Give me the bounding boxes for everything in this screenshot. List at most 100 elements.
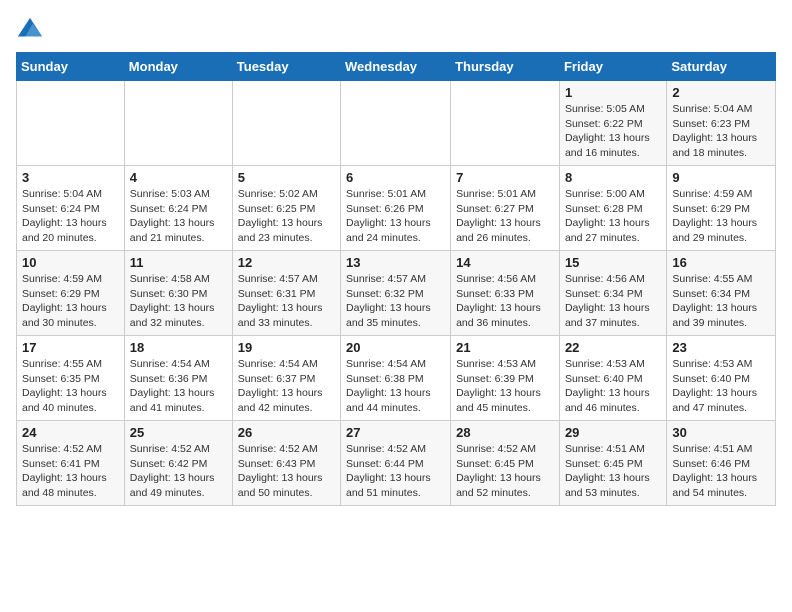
day-info: Sunrise: 4:54 AM Sunset: 6:38 PM Dayligh… [346, 357, 445, 416]
day-cell: 22 Sunrise: 4:53 AM Sunset: 6:40 PM Dayli… [559, 336, 666, 421]
day-number: 23 [672, 340, 770, 355]
day-number: 7 [456, 170, 554, 185]
day-cell: 13 Sunrise: 4:57 AM Sunset: 6:32 PM Dayli… [341, 251, 451, 336]
day-info: Sunrise: 4:55 AM Sunset: 6:34 PM Dayligh… [672, 272, 770, 331]
day-cell: 5Sunrise: 5:02 AM Sunset: 6:25 PM Daylig… [232, 166, 340, 251]
header-cell-wednesday: Wednesday [341, 53, 451, 81]
day-number: 25 [130, 425, 227, 440]
week-row-2: 3Sunrise: 5:04 AM Sunset: 6:24 PM Daylig… [17, 166, 776, 251]
header-cell-saturday: Saturday [667, 53, 776, 81]
day-cell: 16 Sunrise: 4:55 AM Sunset: 6:34 PM Dayli… [667, 251, 776, 336]
day-number: 1 [565, 85, 661, 100]
day-info: Sunrise: 4:58 AM Sunset: 6:30 PM Dayligh… [130, 272, 227, 331]
logo-icon [16, 16, 44, 44]
day-cell: 18Sunrise: 4:54 AM Sunset: 6:36 PM Dayli… [124, 336, 232, 421]
day-info: Sunrise: 5:02 AM Sunset: 6:25 PM Dayligh… [238, 187, 335, 246]
day-cell: 25 Sunrise: 4:52 AM Sunset: 6:42 PM Dayli… [124, 421, 232, 506]
day-cell [124, 81, 232, 166]
day-info: Sunrise: 5:04 AM Sunset: 6:24 PM Dayligh… [22, 187, 119, 246]
header-cell-tuesday: Tuesday [232, 53, 340, 81]
day-cell: 24 Sunrise: 4:52 AM Sunset: 6:41 PM Dayli… [17, 421, 125, 506]
day-number: 13 [346, 255, 445, 270]
day-cell: 7 Sunrise: 5:01 AM Sunset: 6:27 PM Daylig… [451, 166, 560, 251]
header-cell-sunday: Sunday [17, 53, 125, 81]
day-info: Sunrise: 4:52 AM Sunset: 6:41 PM Dayligh… [22, 442, 119, 501]
week-row-5: 24 Sunrise: 4:52 AM Sunset: 6:41 PM Dayli… [17, 421, 776, 506]
day-cell: 23 Sunrise: 4:53 AM Sunset: 6:40 PM Dayli… [667, 336, 776, 421]
header-row: SundayMondayTuesdayWednesdayThursdayFrid… [17, 53, 776, 81]
header-cell-friday: Friday [559, 53, 666, 81]
calendar-body: 1 Sunrise: 5:05 AM Sunset: 6:22 PM Daylig… [17, 81, 776, 506]
day-number: 9 [672, 170, 770, 185]
day-cell: 10Sunrise: 4:59 AM Sunset: 6:29 PM Dayli… [17, 251, 125, 336]
day-cell: 9 Sunrise: 4:59 AM Sunset: 6:29 PM Daylig… [667, 166, 776, 251]
day-info: Sunrise: 5:04 AM Sunset: 6:23 PM Dayligh… [672, 102, 770, 161]
day-info: Sunrise: 4:52 AM Sunset: 6:44 PM Dayligh… [346, 442, 445, 501]
day-number: 26 [238, 425, 335, 440]
week-row-1: 1 Sunrise: 5:05 AM Sunset: 6:22 PM Daylig… [17, 81, 776, 166]
day-info: Sunrise: 4:52 AM Sunset: 6:45 PM Dayligh… [456, 442, 554, 501]
day-number: 21 [456, 340, 554, 355]
day-cell: 8Sunrise: 5:00 AM Sunset: 6:28 PM Daylig… [559, 166, 666, 251]
day-info: Sunrise: 5:03 AM Sunset: 6:24 PM Dayligh… [130, 187, 227, 246]
day-info: Sunrise: 4:59 AM Sunset: 6:29 PM Dayligh… [672, 187, 770, 246]
day-cell: 6Sunrise: 5:01 AM Sunset: 6:26 PM Daylig… [341, 166, 451, 251]
day-info: Sunrise: 4:57 AM Sunset: 6:31 PM Dayligh… [238, 272, 335, 331]
day-info: Sunrise: 5:05 AM Sunset: 6:22 PM Dayligh… [565, 102, 661, 161]
day-info: Sunrise: 4:51 AM Sunset: 6:46 PM Dayligh… [672, 442, 770, 501]
day-cell [17, 81, 125, 166]
day-info: Sunrise: 4:52 AM Sunset: 6:42 PM Dayligh… [130, 442, 227, 501]
day-number: 12 [238, 255, 335, 270]
day-info: Sunrise: 4:54 AM Sunset: 6:37 PM Dayligh… [238, 357, 335, 416]
day-number: 16 [672, 255, 770, 270]
day-cell: 12 Sunrise: 4:57 AM Sunset: 6:31 PM Dayli… [232, 251, 340, 336]
day-number: 24 [22, 425, 119, 440]
day-cell [451, 81, 560, 166]
day-cell [341, 81, 451, 166]
day-cell [232, 81, 340, 166]
day-cell: 15 Sunrise: 4:56 AM Sunset: 6:34 PM Dayli… [559, 251, 666, 336]
day-number: 4 [130, 170, 227, 185]
day-info: Sunrise: 4:56 AM Sunset: 6:33 PM Dayligh… [456, 272, 554, 331]
day-info: Sunrise: 5:01 AM Sunset: 6:26 PM Dayligh… [346, 187, 445, 246]
day-info: Sunrise: 4:53 AM Sunset: 6:40 PM Dayligh… [565, 357, 661, 416]
day-number: 8 [565, 170, 661, 185]
calendar-table: SundayMondayTuesdayWednesdayThursdayFrid… [16, 52, 776, 506]
header-cell-thursday: Thursday [451, 53, 560, 81]
day-cell: 2 Sunrise: 5:04 AM Sunset: 6:23 PM Daylig… [667, 81, 776, 166]
day-cell: 4 Sunrise: 5:03 AM Sunset: 6:24 PM Daylig… [124, 166, 232, 251]
day-number: 22 [565, 340, 661, 355]
day-cell: 3Sunrise: 5:04 AM Sunset: 6:24 PM Daylig… [17, 166, 125, 251]
day-cell: 29 Sunrise: 4:51 AM Sunset: 6:45 PM Dayli… [559, 421, 666, 506]
day-info: Sunrise: 4:53 AM Sunset: 6:40 PM Dayligh… [672, 357, 770, 416]
day-number: 2 [672, 85, 770, 100]
day-number: 18 [130, 340, 227, 355]
day-cell: 21 Sunrise: 4:53 AM Sunset: 6:39 PM Dayli… [451, 336, 560, 421]
day-cell: 11 Sunrise: 4:58 AM Sunset: 6:30 PM Dayli… [124, 251, 232, 336]
logo [16, 16, 48, 44]
day-info: Sunrise: 4:52 AM Sunset: 6:43 PM Dayligh… [238, 442, 335, 501]
day-info: Sunrise: 4:51 AM Sunset: 6:45 PM Dayligh… [565, 442, 661, 501]
day-cell: 28 Sunrise: 4:52 AM Sunset: 6:45 PM Dayli… [451, 421, 560, 506]
day-cell: 26 Sunrise: 4:52 AM Sunset: 6:43 PM Dayli… [232, 421, 340, 506]
day-info: Sunrise: 4:53 AM Sunset: 6:39 PM Dayligh… [456, 357, 554, 416]
day-cell: 30Sunrise: 4:51 AM Sunset: 6:46 PM Dayli… [667, 421, 776, 506]
day-info: Sunrise: 4:57 AM Sunset: 6:32 PM Dayligh… [346, 272, 445, 331]
day-info: Sunrise: 4:56 AM Sunset: 6:34 PM Dayligh… [565, 272, 661, 331]
day-cell: 19 Sunrise: 4:54 AM Sunset: 6:37 PM Dayli… [232, 336, 340, 421]
day-number: 28 [456, 425, 554, 440]
calendar-header: SundayMondayTuesdayWednesdayThursdayFrid… [17, 53, 776, 81]
day-number: 17 [22, 340, 119, 355]
day-number: 19 [238, 340, 335, 355]
day-cell: 20 Sunrise: 4:54 AM Sunset: 6:38 PM Dayli… [341, 336, 451, 421]
day-number: 29 [565, 425, 661, 440]
header [16, 16, 776, 44]
day-cell: 27Sunrise: 4:52 AM Sunset: 6:44 PM Dayli… [341, 421, 451, 506]
day-number: 14 [456, 255, 554, 270]
day-info: Sunrise: 5:01 AM Sunset: 6:27 PM Dayligh… [456, 187, 554, 246]
day-number: 20 [346, 340, 445, 355]
day-number: 11 [130, 255, 227, 270]
week-row-4: 17Sunrise: 4:55 AM Sunset: 6:35 PM Dayli… [17, 336, 776, 421]
day-cell: 17Sunrise: 4:55 AM Sunset: 6:35 PM Dayli… [17, 336, 125, 421]
day-number: 15 [565, 255, 661, 270]
